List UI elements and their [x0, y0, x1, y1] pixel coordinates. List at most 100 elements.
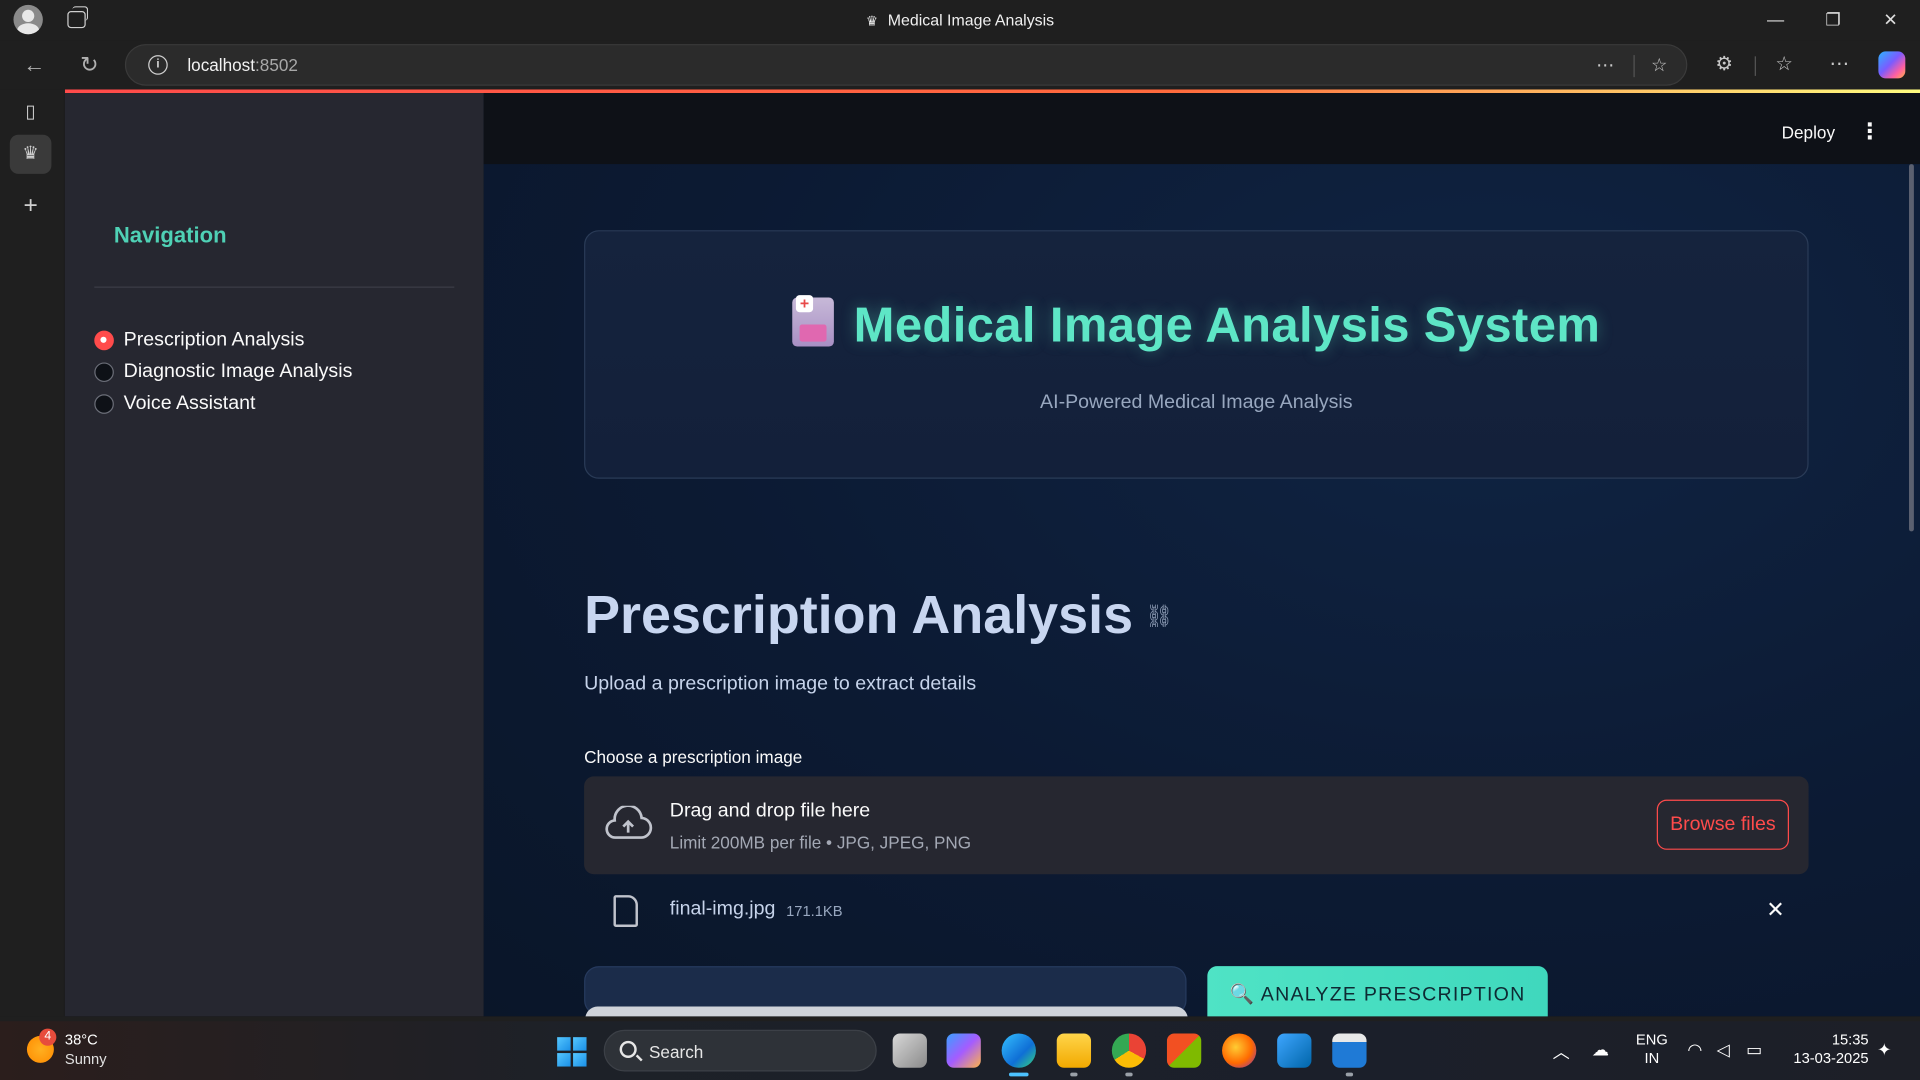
tab-actions-icon[interactable]: ▯: [10, 93, 52, 132]
firefox-icon[interactable]: [1222, 1033, 1257, 1068]
streamlit-crown-icon: ♛: [865, 14, 878, 30]
taskbar-search-label: Search: [648, 1042, 704, 1062]
main-menu-kebab-icon[interactable]: ⋮: [1859, 120, 1881, 142]
region-code: IN: [1644, 1049, 1660, 1067]
url-port: :8502: [255, 55, 298, 75]
hero-title: Medical Image Analysis System: [585, 295, 1807, 354]
reader-mode-icon[interactable]: ⋯: [1593, 54, 1617, 78]
window-title: ♛ Medical Image Analysis: [0, 11, 1920, 29]
analyze-prescription-button[interactable]: 🔍 ANALYZE PRESCRIPTION: [1207, 966, 1548, 1017]
radio-prescription-analysis[interactable]: Prescription Analysis: [94, 327, 304, 354]
app-window-icon[interactable]: [1332, 1033, 1367, 1068]
language-indicator[interactable]: ENG IN: [1636, 1031, 1668, 1068]
deploy-button[interactable]: Deploy: [1782, 122, 1835, 142]
toolbar-separator: [1754, 56, 1756, 76]
sidebar-title: Navigation: [113, 222, 227, 248]
site-info-icon[interactable]: i: [148, 55, 168, 75]
result-container: [584, 966, 1188, 1017]
notifications-icon[interactable]: ✦: [1877, 1040, 1891, 1061]
favorites-icon[interactable]: ☆: [1771, 51, 1798, 78]
remove-file-close-icon[interactable]: ✕: [1762, 896, 1789, 923]
window-title-text: Medical Image Analysis: [887, 11, 1055, 30]
main-content: Deploy ⋮ Medical Image Analysis System A…: [483, 93, 1920, 1017]
minimize-button[interactable]: —: [1747, 0, 1803, 40]
tray-overflow-chevron-icon[interactable]: ︿: [1553, 1040, 1570, 1064]
page-title-text: Prescription Analysis: [584, 585, 1134, 646]
system-clock[interactable]: 15:35 13-03-2025: [1788, 1031, 1869, 1068]
taskbar-search[interactable]: Search: [603, 1029, 877, 1072]
app-running-indicator: [1345, 1072, 1354, 1077]
search-icon: [619, 1040, 637, 1058]
chrome-icon[interactable]: [1111, 1033, 1147, 1068]
hero-title-text: Medical Image Analysis System: [853, 298, 1601, 353]
scrollbar-thumb[interactable]: [1908, 164, 1914, 532]
weather-condition[interactable]: Sunny: [65, 1051, 107, 1068]
battery-icon[interactable]: ▭: [1746, 1040, 1762, 1061]
uploaded-file-size: 171.1KB: [786, 902, 843, 920]
radio-label: Voice Assistant: [123, 393, 256, 414]
onedrive-cloud-icon[interactable]: ☁: [1592, 1040, 1609, 1061]
language-code: ENG: [1635, 1031, 1668, 1049]
file-dropzone[interactable]: Drag and drop file here Limit 200MB per …: [584, 776, 1809, 875]
sidebar-divider: [94, 286, 455, 288]
dropzone-hint: Limit 200MB per file • JPG, JPEG, PNG: [669, 832, 972, 853]
radio-label: Prescription Analysis: [123, 329, 305, 351]
hero-subtitle: AI-Powered Medical Image Analysis: [1040, 391, 1353, 413]
radio-diagnostic-image-analysis[interactable]: Diagnostic Image Analysis: [94, 359, 352, 386]
anchor-link-icon[interactable]: ⛓: [1145, 604, 1173, 630]
refresh-icon[interactable]: ↻: [75, 50, 104, 79]
close-window-button[interactable]: ✕: [1862, 0, 1918, 40]
weather-badge: 4: [39, 1028, 57, 1046]
address-bar[interactable]: i localhost:8502 ⋯ ☆: [124, 44, 1688, 86]
windows-taskbar: 4 38°C Sunny Search ︿ ☁ ENG IN ◠ ◁ ▭ 15:3…: [0, 1021, 1920, 1080]
back-arrow-icon[interactable]: ←: [20, 50, 49, 79]
radio-label: Diagnostic Image Analysis: [123, 361, 353, 383]
radio-unselected-icon[interactable]: [94, 362, 114, 383]
cloud-upload-icon: [605, 805, 653, 839]
extensions-icon[interactable]: ⚙: [1711, 51, 1738, 78]
radio-voice-assistant[interactable]: Voice Assistant: [94, 391, 255, 418]
screen: ♛ Medical Image Analysis — ❐ ✕ ← ↻ i loca…: [0, 0, 1920, 1080]
browser-toolbar: ← ↻ i localhost:8502 ⋯ ☆ ⚙ ☆ ⋯: [0, 40, 1920, 90]
radio-unselected-icon[interactable]: [94, 394, 114, 414]
browser-viewport: Navigation Prescription Analysis Diagnos…: [64, 89, 1920, 1017]
uploaded-file-row: final-img.jpg 171.1KB ✕: [584, 889, 1809, 933]
page-description: Upload a prescription image to extract d…: [584, 673, 977, 695]
favorite-star-icon[interactable]: ☆: [1647, 54, 1671, 78]
vertical-tab-strip: ▯ ♛ +: [0, 89, 64, 1017]
streamlit-tab-icon[interactable]: ♛: [9, 134, 52, 174]
volume-icon[interactable]: ◁: [1717, 1040, 1730, 1061]
file-icon: [613, 895, 638, 927]
radio-selected-icon[interactable]: [94, 330, 114, 351]
weather-temperature[interactable]: 38°C: [65, 1031, 98, 1048]
windows-start-icon[interactable]: [557, 1037, 587, 1067]
vscode-icon[interactable]: [1277, 1033, 1312, 1068]
url-host: localhost: [187, 55, 256, 75]
restore-button[interactable]: ❐: [1805, 0, 1861, 40]
microsoft-store-icon[interactable]: [1166, 1033, 1202, 1068]
copilot-icon[interactable]: [1878, 51, 1906, 79]
clock-date: 13-03-2025: [1793, 1049, 1869, 1067]
dropzone-title: Drag and drop file here: [669, 800, 871, 822]
uploader-label: Choose a prescription image: [584, 746, 803, 767]
page-title: Prescription Analysis ⛓: [584, 585, 1173, 646]
new-tab-plus-icon[interactable]: +: [10, 186, 52, 225]
app-header: Deploy ⋮: [483, 93, 1920, 165]
browse-files-button[interactable]: Browse files: [1656, 799, 1789, 850]
browser-title-bar: ♛ Medical Image Analysis — ❐ ✕: [0, 0, 1920, 41]
task-view-icon[interactable]: [892, 1033, 927, 1068]
omnibox-separator: [1633, 55, 1635, 78]
clock-time: 15:35: [1831, 1031, 1869, 1049]
medical-floppy-disk-icon: [792, 295, 835, 347]
file-explorer-icon[interactable]: [1056, 1033, 1092, 1068]
sidebar: Navigation Prescription Analysis Diagnos…: [64, 93, 484, 1017]
hero-card: Medical Image Analysis System AI-Powered…: [584, 230, 1809, 479]
more-menu-icon[interactable]: ⋯: [1826, 51, 1853, 78]
copilot-app-icon[interactable]: [946, 1033, 981, 1068]
uploaded-file-name: final-img.jpg: [669, 898, 776, 920]
edge-active-indicator: [1008, 1072, 1029, 1077]
wifi-icon[interactable]: ◠: [1687, 1040, 1702, 1061]
edge-browser-icon[interactable]: [1001, 1033, 1036, 1068]
address-url[interactable]: localhost:8502: [187, 55, 298, 75]
explorer-running-indicator: [1070, 1072, 1078, 1077]
